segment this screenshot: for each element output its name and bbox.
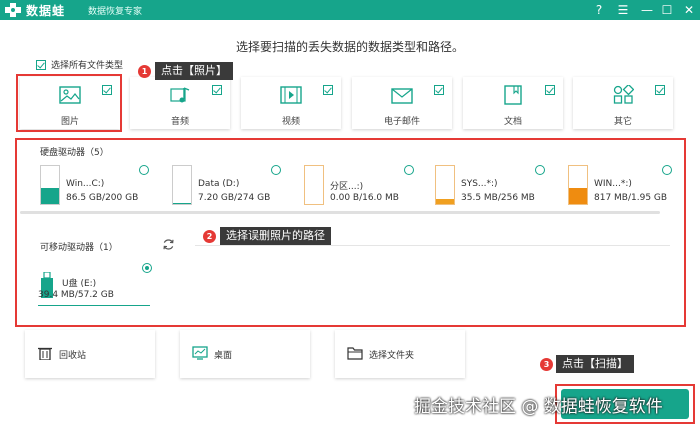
document-icon <box>504 85 522 105</box>
file-type-label: 音频 <box>170 117 189 127</box>
file-type-other[interactable]: 其它 <box>573 77 673 129</box>
select-all-label: 选择所有文件类型 <box>51 61 124 71</box>
step-3-callout: 点击【扫描】 <box>556 355 634 373</box>
highlight-images <box>16 74 122 132</box>
step-1-marker: 1 <box>138 65 151 78</box>
documents-checkbox[interactable] <box>545 85 555 95</box>
location-choose-folder[interactable]: 选择文件夹 <box>335 330 465 378</box>
mail-icon <box>391 88 413 104</box>
minimize-button[interactable]: — <box>638 1 656 19</box>
watermark: 掘金技术社区 @ 数据蛙恢复软件 <box>414 397 663 417</box>
file-type-audio[interactable]: 音频 <box>130 77 230 129</box>
file-type-video[interactable]: 视频 <box>241 77 341 129</box>
desktop-icon <box>192 346 208 360</box>
highlight-drives <box>15 138 686 327</box>
page-heading: 选择要扫描的丢失数据的数据类型和路径。 <box>235 40 464 54</box>
music-icon <box>170 87 190 103</box>
help-button[interactable]: ? <box>590 1 608 19</box>
video-icon <box>280 86 302 104</box>
recycle-bin-icon <box>38 347 52 360</box>
location-recycle-bin[interactable]: 回收站 <box>25 330 155 378</box>
close-button[interactable]: ✕ <box>680 1 698 19</box>
location-label: 回收站 <box>59 351 87 361</box>
app-logo-icon <box>5 3 21 17</box>
file-type-label: 文档 <box>503 117 522 127</box>
title-bar: 数据蛙 数据恢复专家 ? ☰ — ☐ ✕ <box>0 0 700 20</box>
menu-button[interactable]: ☰ <box>614 1 632 19</box>
step-3-marker: 3 <box>540 358 553 371</box>
email-checkbox[interactable] <box>434 85 444 95</box>
file-type-label: 电子邮件 <box>383 117 420 127</box>
other-checkbox[interactable] <box>655 85 665 95</box>
step-1-callout: 点击【照片】 <box>155 62 233 80</box>
file-type-email[interactable]: 电子邮件 <box>352 77 452 129</box>
select-all-types[interactable]: 选择所有文件类型 <box>36 58 123 71</box>
file-type-label: 其它 <box>613 117 632 127</box>
location-label: 桌面 <box>214 351 233 361</box>
file-type-label: 视频 <box>281 117 300 127</box>
location-desktop[interactable]: 桌面 <box>180 330 310 378</box>
other-icon <box>613 85 634 104</box>
select-all-checkbox[interactable] <box>36 59 46 70</box>
location-label: 选择文件夹 <box>369 351 415 361</box>
folder-icon <box>347 347 363 360</box>
step-2-marker: 2 <box>203 230 216 243</box>
file-type-documents[interactable]: 文档 <box>463 77 563 129</box>
app-name: 数据蛙 <box>26 4 66 18</box>
audio-checkbox[interactable] <box>212 85 222 95</box>
video-checkbox[interactable] <box>323 85 333 95</box>
app-subtitle: 数据恢复专家 <box>88 7 143 17</box>
step-2-callout: 选择误删照片的路径 <box>220 227 331 245</box>
maximize-button[interactable]: ☐ <box>658 1 676 19</box>
